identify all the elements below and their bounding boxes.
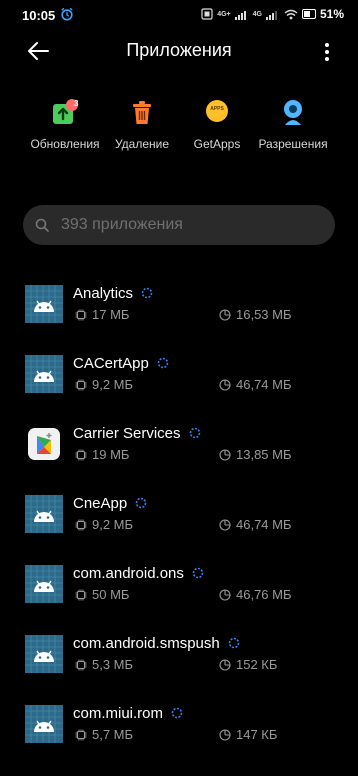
status-bar: 10:05 4G+ 4G 51% bbox=[0, 0, 358, 32]
android-icon bbox=[25, 565, 63, 603]
chip-icon bbox=[75, 379, 87, 390]
app-name: com.android.ons bbox=[73, 565, 204, 582]
getapps-icon-text: APPS bbox=[210, 106, 224, 112]
list-item-cacertapp[interactable]: CACertApp 9,2 МБ 46,74 МБ bbox=[0, 355, 358, 415]
quick-actions: 3 Обновления Удаление APPS GetApps Разре… bbox=[0, 98, 358, 158]
list-item-com-miui-rom[interactable]: com.miui.rom 5,7 МБ 147 КБ bbox=[0, 705, 358, 765]
app-name: Carrier Services bbox=[73, 425, 201, 442]
trash-icon bbox=[133, 101, 151, 124]
app-size: 5,7 МБ bbox=[75, 727, 133, 742]
signal-icon-2 bbox=[265, 10, 277, 20]
app-size: 5,3 МБ bbox=[75, 657, 133, 672]
carrier-services-icon bbox=[28, 428, 60, 460]
app-size: 17 МБ bbox=[75, 307, 129, 322]
app-name: Analytics bbox=[73, 285, 153, 302]
chip-icon bbox=[75, 729, 87, 740]
loading-icon bbox=[171, 707, 183, 719]
pie-clock-icon bbox=[219, 728, 231, 741]
app-name: com.android.smspush bbox=[73, 635, 240, 652]
search-bar[interactable] bbox=[23, 205, 335, 245]
list-item-cneapp[interactable]: CneApp 9,2 МБ 46,74 МБ bbox=[0, 495, 358, 555]
search-input[interactable] bbox=[61, 205, 321, 245]
header: Приложения bbox=[0, 32, 358, 70]
app-cache: 16,53 МБ bbox=[219, 307, 292, 322]
pie-clock-icon bbox=[219, 518, 231, 531]
pie-clock-icon bbox=[219, 308, 231, 321]
page-title: Приложения bbox=[126, 40, 232, 60]
loading-icon bbox=[157, 357, 169, 369]
permissions-label: Разрешения bbox=[258, 137, 328, 151]
loading-icon bbox=[189, 427, 200, 439]
android-icon bbox=[25, 635, 63, 673]
app-name: com.miui.rom bbox=[73, 705, 183, 722]
app-cache: 147 КБ bbox=[219, 727, 277, 742]
list-item-com-android-ons[interactable]: com.android.ons 50 МБ 46,76 МБ bbox=[0, 565, 358, 625]
app-cache: 152 КБ bbox=[219, 657, 277, 672]
app-size: 50 МБ bbox=[75, 587, 129, 602]
app-name: CneApp bbox=[73, 495, 147, 512]
network-type-label: 4G+ bbox=[217, 10, 231, 18]
battery-icon bbox=[301, 9, 316, 19]
loading-icon bbox=[141, 287, 153, 299]
android-icon bbox=[25, 285, 63, 323]
permissions-button[interactable]: Разрешения bbox=[248, 98, 338, 151]
loading-icon bbox=[192, 567, 204, 579]
chip-icon bbox=[75, 309, 87, 320]
pie-clock-icon bbox=[219, 378, 231, 391]
chip-icon bbox=[75, 659, 87, 670]
app-cache: 46,76 МБ bbox=[219, 587, 292, 602]
network-type-label-2: 4G bbox=[252, 10, 262, 18]
list-item-carrier-services[interactable]: Carrier Services 19 МБ 13,85 МБ bbox=[0, 425, 358, 485]
android-icon bbox=[25, 705, 63, 743]
updates-badge: 3 bbox=[74, 99, 79, 108]
android-icon bbox=[25, 495, 63, 533]
app-size: 9,2 МБ bbox=[75, 377, 133, 392]
search-icon bbox=[35, 218, 49, 232]
app-screen: 10:05 4G+ 4G 51% Приложения 3 Обновления… bbox=[0, 0, 358, 776]
getapps-icon bbox=[206, 100, 228, 122]
loading-icon bbox=[228, 637, 240, 649]
pie-clock-icon bbox=[219, 588, 231, 601]
battery-percent: 51% bbox=[319, 7, 344, 21]
chip-icon bbox=[75, 519, 87, 530]
app-cache: 46,74 МБ bbox=[219, 377, 292, 392]
app-size: 19 МБ bbox=[75, 447, 129, 462]
android-icon bbox=[25, 355, 63, 393]
app-size: 9,2 МБ bbox=[75, 517, 133, 532]
app-cache: 46,74 МБ bbox=[219, 517, 292, 532]
screenshot-icon bbox=[201, 8, 213, 20]
status-time: 10:05 bbox=[22, 8, 56, 23]
pie-clock-icon bbox=[219, 658, 231, 671]
wifi-icon bbox=[284, 9, 298, 19]
chip-icon bbox=[75, 589, 87, 600]
list-item-com-android-smspush[interactable]: com.android.smspush 5,3 МБ 152 КБ bbox=[0, 635, 358, 695]
app-name: CACertApp bbox=[73, 355, 169, 372]
status-icons: 4G+ 4G 51% bbox=[201, 7, 344, 21]
chip-icon bbox=[75, 449, 87, 460]
permissions-icon bbox=[284, 100, 302, 125]
pie-clock-icon bbox=[219, 448, 231, 461]
signal-icon bbox=[234, 10, 246, 20]
alarm-clock-icon bbox=[61, 7, 73, 21]
more-vertical-icon[interactable] bbox=[324, 42, 330, 62]
list-item-analytics[interactable]: Analytics 17 МБ 16,53 МБ bbox=[0, 285, 358, 345]
loading-icon bbox=[135, 497, 147, 509]
app-cache: 13,85 МБ bbox=[219, 447, 292, 462]
